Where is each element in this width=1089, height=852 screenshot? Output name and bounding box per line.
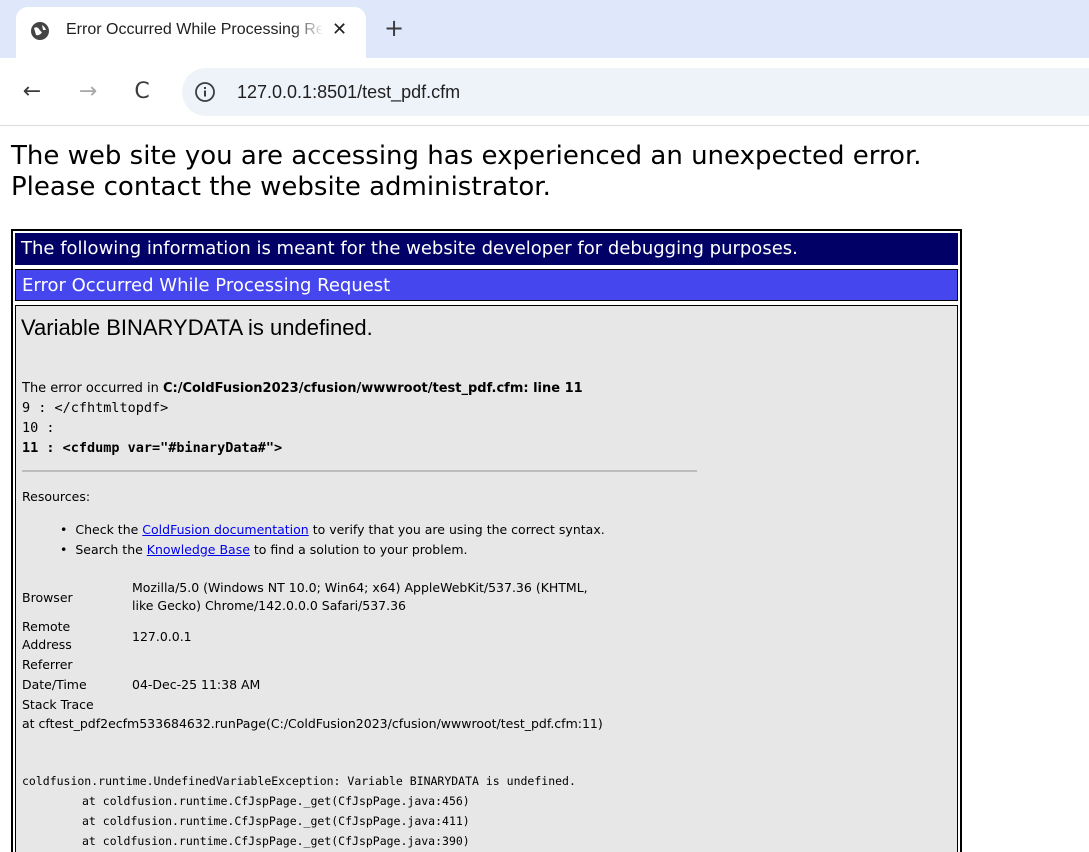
headline-line-2: Please contact the website administrator… xyxy=(11,172,551,202)
error-details-panel: Variable BINARYDATA is undefined. The er… xyxy=(15,305,958,852)
tab-strip: Error Occurred While Processing Request … xyxy=(0,0,1089,58)
datetime-value: 04-Dec-25 11:38 AM xyxy=(132,677,261,692)
bullet-icon: • xyxy=(60,522,68,537)
browser-value-line: like Gecko) Chrome/142.0.0.0 Safari/537.… xyxy=(132,598,407,613)
globe-icon xyxy=(31,22,49,40)
remote-label-line: Remote xyxy=(22,619,71,634)
address-bar[interactable]: 127.0.0.1:8501/test_pdf.cfm xyxy=(182,68,1089,116)
tab-title-fade xyxy=(292,17,324,43)
resource-item: • Search the Knowledge Base to find a sol… xyxy=(60,541,468,559)
bullet-icon: • xyxy=(60,542,68,557)
error-location-prefix: The error occurred in xyxy=(22,381,163,396)
error-location-path: C:/ColdFusion2023/cfusion/wwwroot/test_p… xyxy=(162,381,583,396)
code-line: 9 : </cfhtmltopdf> xyxy=(22,400,169,416)
headline-line-1: The web site you are accessing has exper… xyxy=(11,141,922,171)
browser-value-line: Mozilla/5.0 (Windows NT 10.0; Win64; x64… xyxy=(132,580,588,595)
divider xyxy=(22,470,697,472)
error-message: Variable BINARYDATA is undefined. xyxy=(21,315,373,340)
code-line-highlighted: 11 : <cfdump var="#binaryData#"> xyxy=(22,440,283,456)
browser-value: Mozilla/5.0 (Windows NT 10.0; Win64; x64… xyxy=(132,579,588,615)
remote-address-value: 127.0.0.1 xyxy=(132,629,192,644)
code-line: 10 : xyxy=(22,420,55,436)
page-title: The web site you are accessing has exper… xyxy=(11,141,1071,203)
page-content: The web site you are accessing has exper… xyxy=(0,127,1089,852)
coldfusion-docs-link[interactable]: ColdFusion documentation xyxy=(142,522,308,537)
resource-text: Search the xyxy=(75,542,147,557)
stack-trace-line: at cftest_pdf2ecfm533684632.runPage(C:/C… xyxy=(22,716,603,731)
forward-arrow-icon[interactable]: → xyxy=(74,78,102,106)
datetime-label: Date/Time xyxy=(22,677,87,692)
stack-trace-label: Stack Trace xyxy=(22,697,94,712)
java-trace-line: at coldfusion.runtime.CfJspPage._get(CfJ… xyxy=(82,814,470,828)
new-tab-button[interactable]: + xyxy=(384,16,404,40)
tab-active[interactable]: Error Occurred While Processing Request … xyxy=(16,7,366,58)
resource-text: Check the xyxy=(75,522,143,537)
resources-label: Resources: xyxy=(22,489,91,504)
referrer-label: Referrer xyxy=(22,657,73,672)
java-trace-line: at coldfusion.runtime.CfJspPage._get(CfJ… xyxy=(82,834,470,848)
reload-icon[interactable]: C xyxy=(128,78,156,106)
knowledge-base-link[interactable]: Knowledge Base xyxy=(147,542,250,557)
tab-title: Error Occurred While Processing Request xyxy=(66,21,322,38)
error-report: The following information is meant for t… xyxy=(11,229,962,852)
debug-banner: The following information is meant for t… xyxy=(15,233,958,265)
resource-item: • Check the ColdFusion documentation to v… xyxy=(60,521,605,539)
remote-address-label: Remote Address xyxy=(22,618,72,654)
java-trace-line: at coldfusion.runtime.CfJspPage._get(CfJ… xyxy=(82,794,470,808)
tab-close-icon[interactable]: ✕ xyxy=(332,19,347,41)
java-trace-line: coldfusion.runtime.UndefinedVariableExce… xyxy=(22,774,576,788)
toolbar: ← → C 127.0.0.1:8501/test_pdf.cfm xyxy=(0,58,1089,126)
error-banner: Error Occurred While Processing Request xyxy=(15,269,958,301)
resource-text: to verify that you are using the correct… xyxy=(308,522,605,537)
remote-label-line: Address xyxy=(22,637,72,652)
resource-text: to find a solution to your problem. xyxy=(249,542,468,557)
error-location: The error occurred in C:/ColdFusion2023/… xyxy=(22,380,583,398)
back-arrow-icon[interactable]: ← xyxy=(18,78,46,106)
url-text[interactable]: 127.0.0.1:8501/test_pdf.cfm xyxy=(237,80,460,104)
info-icon[interactable] xyxy=(194,81,216,103)
browser-label: Browser xyxy=(22,590,73,605)
